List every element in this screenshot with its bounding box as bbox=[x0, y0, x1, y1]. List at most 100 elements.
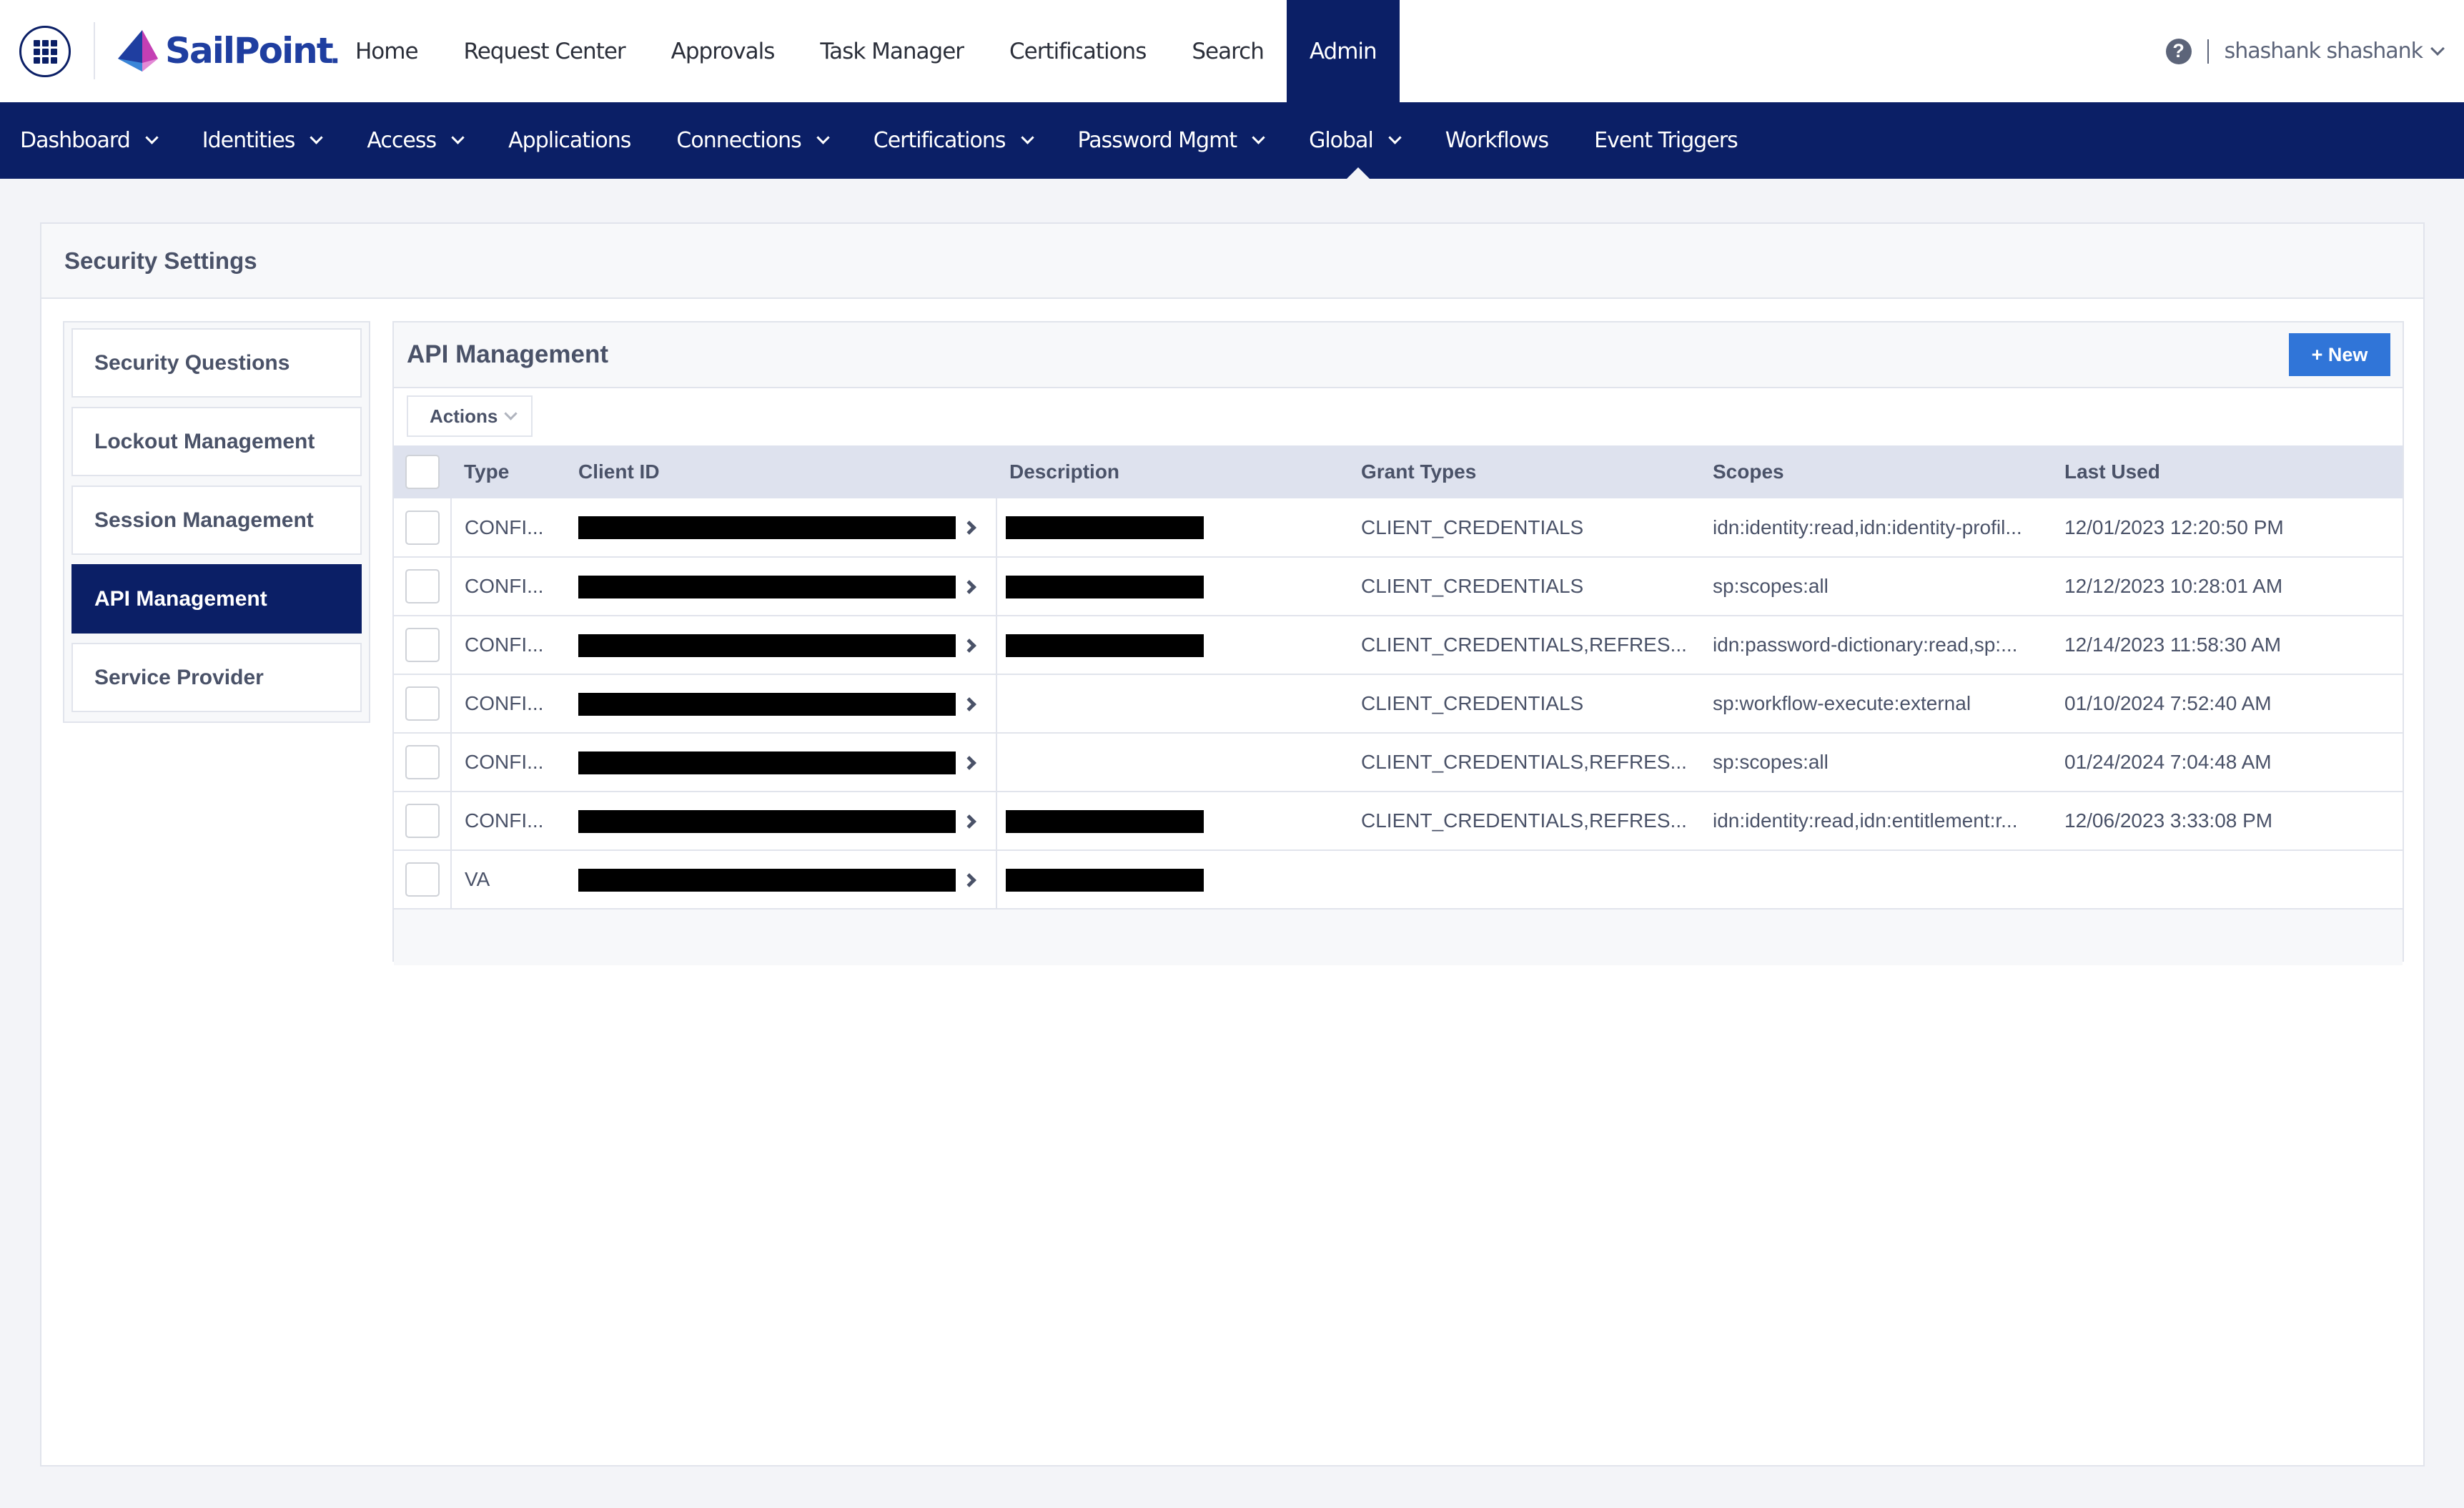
client-id-cell bbox=[565, 557, 996, 616]
row-checkbox[interactable] bbox=[405, 686, 440, 721]
select-all-checkbox[interactable] bbox=[405, 455, 440, 489]
row-select-cell bbox=[394, 850, 452, 909]
chevron-down-icon bbox=[1388, 131, 1402, 144]
table-row[interactable]: CONFI... CLIENT_CREDENTIALS sp:workflow-ex… bbox=[394, 674, 2403, 733]
column-header-client-id[interactable]: Client ID bbox=[565, 445, 996, 498]
app-launcher-button[interactable] bbox=[19, 26, 71, 77]
subnav-connections[interactable]: Connections bbox=[676, 102, 830, 179]
redacted-client-id bbox=[578, 751, 956, 774]
table-toolbar: Actions bbox=[394, 388, 2403, 445]
column-header-description[interactable]: Description bbox=[996, 445, 1348, 498]
subnav-global[interactable]: Global bbox=[1309, 102, 1402, 179]
chevron-right-icon[interactable] bbox=[962, 872, 976, 887]
topnav-certifications[interactable]: Certifications bbox=[986, 0, 1169, 102]
topnav-task-manager[interactable]: Task Manager bbox=[797, 0, 986, 102]
client-id-cell bbox=[565, 850, 996, 909]
description-cell bbox=[996, 557, 1348, 616]
row-checkbox[interactable] bbox=[405, 745, 440, 779]
row-checkbox[interactable] bbox=[405, 569, 440, 603]
subnav-label: Event Triggers bbox=[1594, 128, 1738, 153]
admin-subnav: Dashboard Identities Access Applications… bbox=[0, 102, 2464, 179]
topnav-approvals[interactable]: Approvals bbox=[648, 0, 798, 102]
table-row[interactable]: VA bbox=[394, 850, 2403, 909]
subnav-password-mgmt[interactable]: Password Mgmt bbox=[1077, 102, 1265, 179]
chevron-down-icon bbox=[1252, 131, 1265, 144]
subnav-identities[interactable]: Identities bbox=[202, 102, 324, 179]
sidebar-item-service-provider[interactable]: Service Provider bbox=[71, 643, 362, 712]
scopes-cell: sp:scopes:all bbox=[1713, 751, 1829, 773]
grant-types-cell: CLIENT_CREDENTIALS bbox=[1361, 575, 1584, 597]
last-used-cell: 12/06/2023 3:33:08 PM bbox=[2064, 809, 2273, 832]
subnav-workflows[interactable]: Workflows bbox=[1445, 102, 1549, 179]
grant-types-cell: CLIENT_CREDENTIALS,REFRES... bbox=[1361, 751, 1687, 773]
sailpoint-logo[interactable]: SailPoint ■ bbox=[117, 29, 338, 73]
subnav-label: Identities bbox=[202, 128, 296, 153]
table-row[interactable]: CONFI... CLIENT_CREDENTIALS,REFRES... idn:… bbox=[394, 616, 2403, 674]
chevron-down-icon bbox=[504, 406, 518, 420]
scopes-cell: sp:scopes:all bbox=[1713, 575, 1829, 597]
subnav-event-triggers[interactable]: Event Triggers bbox=[1594, 102, 1738, 179]
subnav-applications[interactable]: Applications bbox=[508, 102, 631, 179]
separator bbox=[2207, 39, 2209, 64]
topnav-request-center[interactable]: Request Center bbox=[441, 0, 648, 102]
last-used-cell: 12/12/2023 10:28:01 AM bbox=[2064, 575, 2283, 597]
grid-icon bbox=[33, 39, 57, 64]
panel-title: API Management bbox=[407, 340, 608, 368]
sidebar-item-lockout-management[interactable]: Lockout Management bbox=[71, 407, 362, 476]
column-header-type[interactable]: Type bbox=[451, 445, 565, 498]
chevron-right-icon[interactable] bbox=[962, 638, 976, 653]
grant-types-cell: CLIENT_CREDENTIALS bbox=[1361, 692, 1584, 714]
table-row[interactable]: CONFI... CLIENT_CREDENTIALS,REFRES... sp:s… bbox=[394, 733, 2403, 792]
subnav-dashboard[interactable]: Dashboard bbox=[20, 102, 159, 179]
sidebar-item-security-questions[interactable]: Security Questions bbox=[71, 328, 362, 398]
column-header-grant-types[interactable]: Grant Types bbox=[1348, 445, 1700, 498]
sidebar-item-session-management[interactable]: Session Management bbox=[71, 486, 362, 555]
api-clients-table: Type Client ID Description Grant Types S… bbox=[394, 445, 2403, 910]
row-checkbox[interactable] bbox=[405, 510, 440, 545]
column-header-last-used[interactable]: Last Used bbox=[2052, 445, 2403, 498]
actions-label: Actions bbox=[430, 405, 498, 427]
column-header-scopes[interactable]: Scopes bbox=[1700, 445, 2052, 498]
subnav-access[interactable]: Access bbox=[367, 102, 465, 179]
user-name: shashank shashank bbox=[2224, 39, 2423, 64]
api-management-panel: API Management + New Actions Type Client… bbox=[392, 321, 2404, 965]
chevron-right-icon[interactable] bbox=[962, 579, 976, 594]
topnav-search[interactable]: Search bbox=[1169, 0, 1287, 102]
chevron-down-icon bbox=[310, 131, 324, 144]
table-row[interactable]: CONFI... CLIENT_CREDENTIALS sp:scopes:all 1… bbox=[394, 557, 2403, 616]
chevron-right-icon[interactable] bbox=[962, 755, 976, 770]
table-row[interactable]: CONFI... CLIENT_CREDENTIALS,REFRES... idn:… bbox=[394, 792, 2403, 850]
new-button[interactable]: + New bbox=[2289, 333, 2390, 376]
subnav-label: Workflows bbox=[1445, 128, 1549, 153]
row-select-cell bbox=[394, 498, 452, 557]
user-menu[interactable]: shashank shashank bbox=[2224, 39, 2445, 64]
top-nav: Home Request Center Approvals Task Manag… bbox=[332, 0, 1400, 102]
chevron-down-icon bbox=[816, 131, 830, 144]
help-icon[interactable]: ? bbox=[2165, 38, 2192, 64]
type-cell: CONFI... bbox=[465, 751, 544, 773]
type-cell: CONFI... bbox=[465, 809, 544, 832]
sidebar-item-api-management[interactable]: API Management bbox=[71, 564, 362, 634]
subnav-label: Applications bbox=[508, 128, 631, 153]
topnav-admin[interactable]: Admin bbox=[1286, 0, 1400, 102]
scopes-cell: idn:identity:read,idn:entitlement:r... bbox=[1713, 809, 2018, 832]
row-checkbox[interactable] bbox=[405, 862, 440, 897]
subnav-certifications[interactable]: Certifications bbox=[874, 102, 1034, 179]
chevron-right-icon[interactable] bbox=[962, 696, 976, 711]
redacted-description bbox=[1006, 634, 1204, 657]
type-cell: VA bbox=[465, 868, 490, 890]
subnav-label: Dashboard bbox=[20, 128, 131, 153]
description-cell bbox=[996, 674, 1348, 733]
row-select-cell bbox=[394, 674, 452, 733]
subnav-label: Password Mgmt bbox=[1077, 128, 1238, 153]
table-footer bbox=[394, 910, 2403, 965]
topnav-home[interactable]: Home bbox=[332, 0, 441, 102]
row-select-cell bbox=[394, 792, 452, 850]
chevron-right-icon[interactable] bbox=[962, 521, 976, 536]
row-checkbox[interactable] bbox=[405, 628, 440, 662]
actions-dropdown[interactable]: Actions bbox=[407, 395, 533, 437]
row-checkbox[interactable] bbox=[405, 804, 440, 838]
chevron-right-icon[interactable] bbox=[962, 814, 976, 829]
table-row[interactable]: CONFI... CLIENT_CREDENTIALS idn:identity:r… bbox=[394, 498, 2403, 557]
client-id-cell bbox=[565, 498, 996, 557]
